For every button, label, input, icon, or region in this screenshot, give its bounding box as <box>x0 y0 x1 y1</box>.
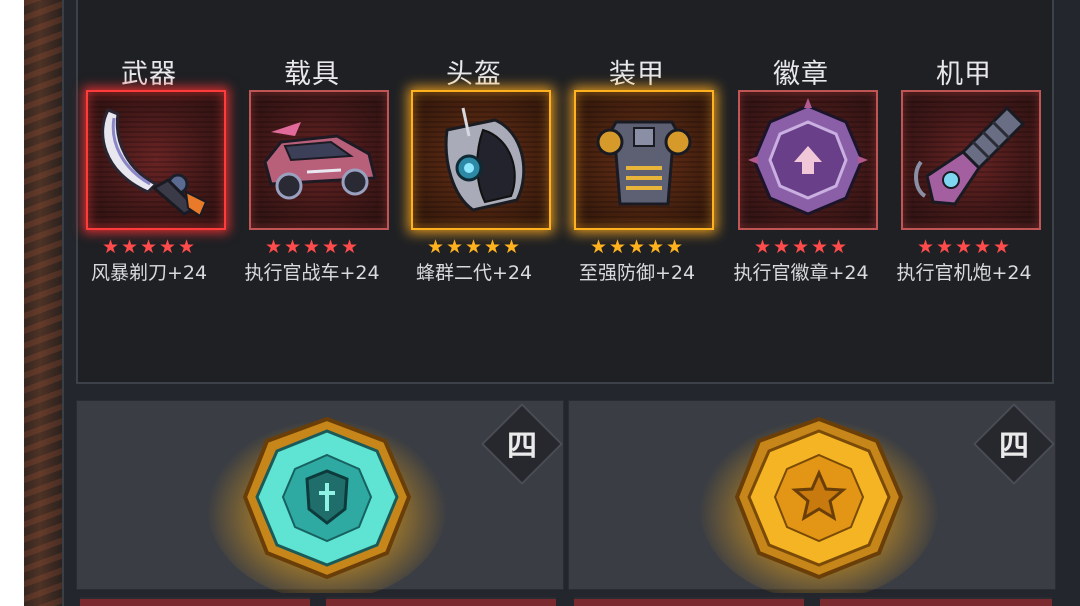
item-name: 执行官战车+24 <box>244 262 380 284</box>
equip-slot-armor[interactable]: 装甲 ★★★★★ 至强防御+24 <box>566 50 714 284</box>
star-rating: ★★★★★ <box>241 236 383 258</box>
slot-frame[interactable] <box>411 90 551 230</box>
vehicle-icon <box>263 122 377 200</box>
star-rating: ★★★★★ <box>730 236 872 258</box>
blade-icon <box>101 108 208 218</box>
item-name: 执行官机炮+24 <box>896 262 1032 284</box>
equip-slot-weapon[interactable]: 武器 ★★★★★ 风暴剃刀+24 <box>78 50 226 284</box>
star-icon: ★ <box>646 236 666 258</box>
star-rating: ★★★★★ <box>893 236 1035 258</box>
star-icon: ★ <box>158 236 178 258</box>
tier-label: 四 <box>507 429 537 464</box>
star-icon: ★ <box>321 236 341 258</box>
star-icon: ★ <box>791 236 811 258</box>
game-screen: 武器 ★★★★★ 风暴剃刀+24 载具 ★★★★★ 执行官战车+24 头盔 ★★… <box>0 0 1080 606</box>
star-icon: ★ <box>120 236 140 258</box>
equip-slot-mecha[interactable]: 机甲 ★★★★★ 执行官机炮+24 <box>893 50 1041 284</box>
star-icon: ★ <box>445 236 465 258</box>
item-name: 蜂群二代+24 <box>415 262 533 284</box>
helmet-icon <box>444 107 526 212</box>
star-icon: ★ <box>935 236 955 258</box>
cannon-icon <box>914 105 1026 206</box>
item-name: 执行官徽章+24 <box>733 262 869 284</box>
equip-slot-helmet[interactable]: 头盔 ★★★★★ 蜂群二代+24 <box>403 50 551 284</box>
star-icon: ★ <box>665 236 685 258</box>
star-icon: ★ <box>283 236 303 258</box>
star-icon: ★ <box>916 236 936 258</box>
slot-frame[interactable] <box>738 90 878 230</box>
star-icon: ★ <box>627 236 647 258</box>
star-icon: ★ <box>302 236 322 258</box>
bottom-tab[interactable] <box>80 597 310 606</box>
slot-title: 武器 <box>121 59 177 90</box>
equip-slot-vehicle[interactable]: 载具 ★★★★★ 执行官战车+24 <box>241 50 389 284</box>
tier-label: 四 <box>999 429 1029 464</box>
star-icon: ★ <box>502 236 522 258</box>
star-icon: ★ <box>973 236 993 258</box>
bottom-tab[interactable] <box>574 597 804 606</box>
star-rating: ★★★★★ <box>78 236 220 258</box>
star-icon: ★ <box>483 236 503 258</box>
star-icon: ★ <box>139 236 159 258</box>
gem-slot-cyan[interactable]: 四 <box>76 400 564 593</box>
item-name: 至强防御+24 <box>578 262 696 284</box>
star-icon: ★ <box>464 236 484 258</box>
gem-slot-gold[interactable]: 四 <box>568 400 1056 593</box>
slot-frame[interactable] <box>86 90 226 230</box>
star-icon: ★ <box>753 236 773 258</box>
slot-title: 徽章 <box>773 59 829 90</box>
slot-title: 装甲 <box>609 59 665 90</box>
badge-icon <box>748 98 868 216</box>
star-icon: ★ <box>829 236 849 258</box>
star-icon: ★ <box>810 236 830 258</box>
star-rating: ★★★★★ <box>566 236 708 258</box>
slot-title: 机甲 <box>936 59 992 90</box>
background-art-strip <box>24 0 64 606</box>
equip-slot-badge[interactable]: 徽章 ★★★★★ 执行官徽章+24 <box>730 50 878 284</box>
star-icon: ★ <box>608 236 628 258</box>
star-icon: ★ <box>264 236 284 258</box>
slot-frame[interactable] <box>901 90 1041 230</box>
star-icon: ★ <box>992 236 1012 258</box>
star-icon: ★ <box>589 236 609 258</box>
star-rating: ★★★★★ <box>403 236 545 258</box>
slot-title: 载具 <box>284 59 340 90</box>
bottom-tab[interactable] <box>820 597 1052 606</box>
star-icon: ★ <box>177 236 197 258</box>
star-icon: ★ <box>954 236 974 258</box>
star-icon: ★ <box>101 236 121 258</box>
cyan-shield-gem-icon <box>207 410 447 593</box>
item-name: 风暴剃刀+24 <box>90 262 208 284</box>
slot-title: 头盔 <box>446 59 502 90</box>
bottom-tab[interactable] <box>326 597 556 606</box>
armor-icon <box>596 120 692 206</box>
star-icon: ★ <box>426 236 446 258</box>
star-icon: ★ <box>340 236 360 258</box>
gold-star-gem-icon <box>699 410 939 593</box>
star-icon: ★ <box>772 236 792 258</box>
slot-frame[interactable] <box>249 90 389 230</box>
slot-frame[interactable] <box>574 90 714 230</box>
